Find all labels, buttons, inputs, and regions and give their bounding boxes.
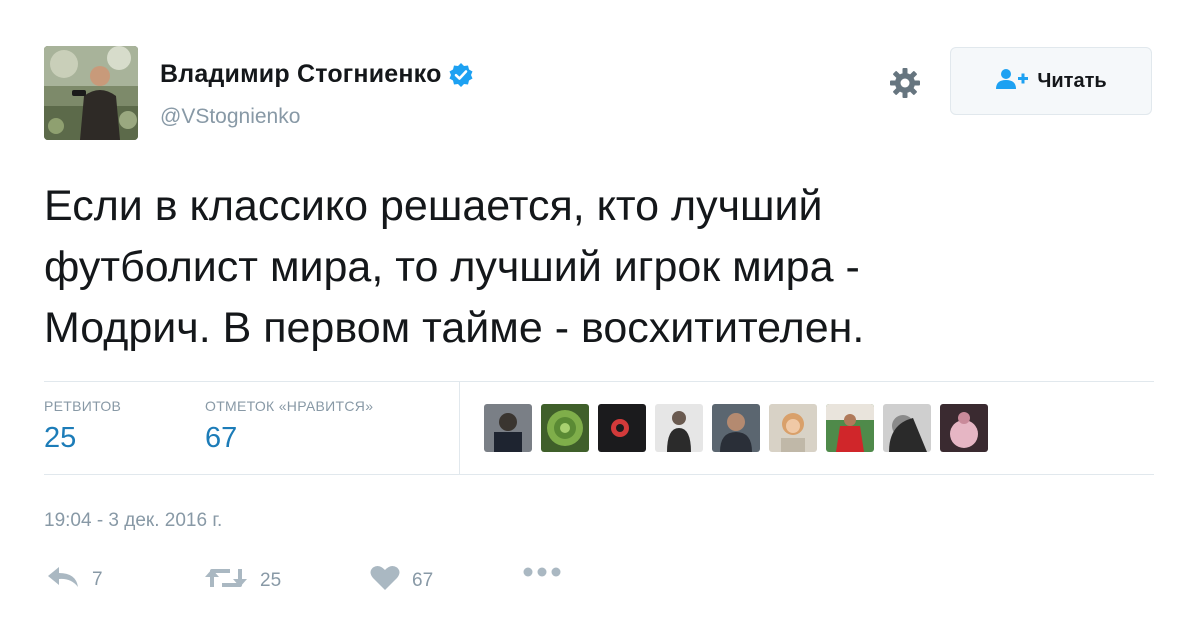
follow-button-label: Читать <box>1037 69 1107 92</box>
like-count: 67 <box>412 569 434 591</box>
retweets-label: РЕТВИТОВ <box>44 398 122 414</box>
liker-avatar[interactable] <box>541 404 589 452</box>
retweet-count: 25 <box>260 569 282 591</box>
reply-icon <box>46 565 80 594</box>
liker-avatar[interactable] <box>883 404 931 452</box>
more-dots-icon <box>522 565 562 583</box>
tweet-card: Владимир Стогниенко @VStognienko Читать … <box>0 0 1200 630</box>
follow-button[interactable]: Читать <box>950 47 1152 115</box>
divider <box>44 474 1154 475</box>
liker-avatar[interactable] <box>712 404 760 452</box>
tweet-text-line: Модрич. В первом тайме - восхитителен. <box>44 304 865 352</box>
tweet-text-line: Если в классико решается, кто лучший <box>44 182 823 230</box>
follow-person-plus-icon <box>995 68 1029 95</box>
divider <box>44 381 1154 382</box>
user-full-name[interactable]: Владимир Стогниенко <box>160 60 442 89</box>
divider <box>459 381 460 474</box>
like-button[interactable]: 67 <box>370 565 433 596</box>
liker-avatar[interactable] <box>655 404 703 452</box>
reply-button[interactable]: 7 <box>46 565 103 594</box>
retweet-icon <box>204 565 248 596</box>
likes-value: 67 <box>205 422 238 454</box>
gear-icon[interactable] <box>888 66 922 100</box>
user-handle[interactable]: @VStognienko <box>160 105 300 129</box>
more-options-button[interactable] <box>522 565 562 583</box>
heart-icon <box>370 565 400 596</box>
reply-count: 7 <box>92 568 103 590</box>
liker-avatar[interactable] <box>769 404 817 452</box>
retweets-stat[interactable]: РЕТВИТОВ 25 <box>44 398 121 455</box>
liker-avatar[interactable] <box>826 404 874 452</box>
likers-avatar-list <box>484 404 988 452</box>
tweet-text-line: футболист мира, то лучший игрок мира - <box>44 243 860 291</box>
likes-label: ОТМЕТОК «НРАВИТСЯ» <box>205 398 374 414</box>
name-row: Владимир Стогниенко <box>160 60 474 89</box>
user-avatar[interactable] <box>44 46 138 140</box>
liker-avatar[interactable] <box>598 404 646 452</box>
tweet-text: Если в классико решается, кто лучший фут… <box>44 176 1124 359</box>
retweet-button[interactable]: 25 <box>204 565 281 596</box>
retweets-value: 25 <box>44 422 77 454</box>
liker-avatar[interactable] <box>484 404 532 452</box>
tweet-timestamp[interactable]: 19:04 - 3 дек. 2016 г. <box>44 510 222 532</box>
liker-avatar[interactable] <box>940 404 988 452</box>
likes-stat[interactable]: ОТМЕТОК «НРАВИТСЯ» 67 <box>205 398 373 455</box>
verified-badge-icon <box>448 62 474 88</box>
